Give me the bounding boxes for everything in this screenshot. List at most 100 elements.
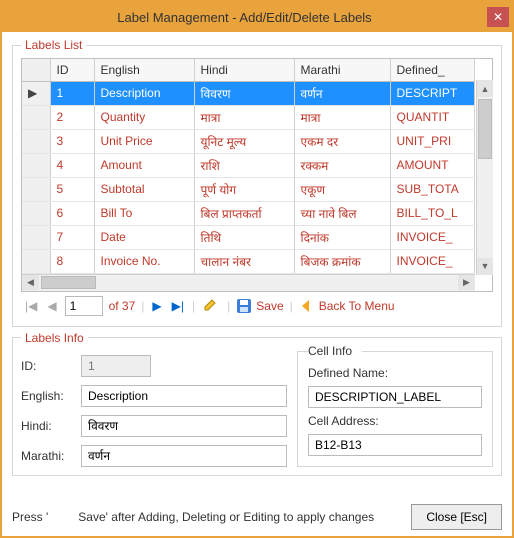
cell[interactable]: बिल प्राप्तकर्ता [194, 201, 294, 225]
cell-info-group: Cell Info Defined Name: Cell Address: [297, 351, 493, 467]
scroll-left-icon[interactable]: ◀ [22, 275, 39, 290]
cell[interactable]: Unit Price [94, 129, 194, 153]
hindi-field[interactable] [81, 415, 287, 437]
cell[interactable]: 7 [50, 225, 94, 249]
grid-header-row: ID English Hindi Marathi Defined_ [22, 59, 475, 81]
hindi-label: Hindi: [21, 419, 75, 433]
marathi-label: Marathi: [21, 449, 75, 463]
cell[interactable]: पूर्ण योग [194, 177, 294, 201]
cell[interactable]: Subtotal [94, 177, 194, 201]
table-row[interactable]: 4Amountराशिरक्कमAMOUNT [22, 153, 475, 177]
save-button[interactable]: Save [236, 298, 283, 314]
col-english[interactable]: English [94, 59, 194, 81]
cell[interactable]: Bill To [94, 201, 194, 225]
table-row[interactable]: 3Unit Priceयूनिट मूल्यएकम दरUNIT_PRI [22, 129, 475, 153]
marathi-field[interactable] [81, 445, 287, 467]
cell[interactable]: UNIT_PRI [390, 129, 475, 153]
vscroll-thumb[interactable] [478, 99, 492, 159]
cell[interactable]: चालान नंबर [194, 249, 294, 273]
footer-hint: Press ' Save' after Adding, Deleting or … [12, 510, 403, 524]
cell[interactable]: Date [94, 225, 194, 249]
cell[interactable]: 4 [50, 153, 94, 177]
cell[interactable]: DESCRIPT [390, 81, 475, 105]
cell[interactable]: एकूण [294, 177, 390, 201]
col-hindi[interactable]: Hindi [194, 59, 294, 81]
scroll-down-icon[interactable]: ▼ [477, 258, 493, 275]
nav-last-icon[interactable]: ▶| [170, 299, 186, 313]
row-indicator[interactable] [22, 129, 50, 153]
row-indicator[interactable] [22, 225, 50, 249]
edit-icon[interactable] [201, 296, 221, 315]
nav-first-icon[interactable]: |◀ [23, 299, 39, 313]
cell[interactable]: Quantity [94, 105, 194, 129]
cell[interactable]: BILL_TO_L [390, 201, 475, 225]
row-indicator[interactable] [22, 177, 50, 201]
table-row[interactable]: 2Quantityमात्रामात्राQUANTIT [22, 105, 475, 129]
cell-address-field[interactable] [308, 434, 482, 456]
col-id[interactable]: ID [50, 59, 94, 81]
cell[interactable]: दिनांक [294, 225, 390, 249]
labels-list-legend: Labels List [21, 38, 86, 52]
row-indicator[interactable] [22, 105, 50, 129]
labels-info-legend: Labels Info [21, 331, 88, 345]
cell[interactable]: राशि [194, 153, 294, 177]
hscroll-track[interactable] [39, 275, 458, 290]
content: Labels List ID English Hindi [2, 32, 512, 502]
cell[interactable]: 8 [50, 249, 94, 273]
cell[interactable]: 6 [50, 201, 94, 225]
hscroll-thumb[interactable] [41, 276, 96, 289]
row-indicator[interactable] [22, 153, 50, 177]
table-row[interactable]: 6Bill Toबिल प्राप्तकर्ताच्या नावे बिलBIL… [22, 201, 475, 225]
table-row[interactable]: ▶1Descriptionविवरणवर्णनDESCRIPT [22, 81, 475, 105]
cell[interactable]: AMOUNT [390, 153, 475, 177]
cell[interactable]: वर्णन [294, 81, 390, 105]
cell[interactable]: च्या नावे बिल [294, 201, 390, 225]
col-defined[interactable]: Defined_ [390, 59, 475, 81]
nav-page-input[interactable] [65, 296, 103, 316]
cell[interactable]: SUB_TOTA [390, 177, 475, 201]
cell[interactable]: Invoice No. [94, 249, 194, 273]
cell[interactable]: Amount [94, 153, 194, 177]
id-label: ID: [21, 359, 75, 373]
scroll-up-icon[interactable]: ▲ [477, 80, 493, 97]
close-button[interactable]: Close [Esc] [411, 504, 502, 530]
nav-prev-icon[interactable]: ◀ [45, 299, 58, 313]
close-icon[interactable]: ✕ [487, 7, 509, 27]
scroll-right-icon[interactable]: ▶ [458, 275, 475, 290]
english-field[interactable] [81, 385, 287, 407]
cell[interactable]: रक्कम [294, 153, 390, 177]
horizontal-scrollbar[interactable]: ◀ ▶ [22, 274, 475, 291]
cell[interactable]: 3 [50, 129, 94, 153]
cell[interactable]: यूनिट मूल्य [194, 129, 294, 153]
cell[interactable]: विवरण [194, 81, 294, 105]
cell[interactable]: मात्रा [194, 105, 294, 129]
nav-next-icon[interactable]: ▶ [150, 299, 163, 313]
defined-name-field[interactable] [308, 386, 482, 408]
cell[interactable]: 5 [50, 177, 94, 201]
cell[interactable]: INVOICE_ [390, 249, 475, 273]
col-marathi[interactable]: Marathi [294, 59, 390, 81]
table-row[interactable]: 5Subtotalपूर्ण योगएकूणSUB_TOTA [22, 177, 475, 201]
cell[interactable]: 1 [50, 81, 94, 105]
back-to-menu-button[interactable]: Back To Menu [299, 298, 395, 314]
rowheader-col [22, 59, 50, 81]
cell[interactable]: QUANTIT [390, 105, 475, 129]
table-row[interactable]: 8Invoice No.चालान नंबरबिजक क्रमांकINVOIC… [22, 249, 475, 273]
cell[interactable]: INVOICE_ [390, 225, 475, 249]
row-indicator[interactable] [22, 201, 50, 225]
id-field [81, 355, 151, 377]
cell[interactable]: तिथि [194, 225, 294, 249]
save-icon [236, 298, 252, 314]
cell[interactable]: Description [94, 81, 194, 105]
vscroll-track[interactable] [477, 97, 493, 258]
cell[interactable]: एकम दर [294, 129, 390, 153]
row-indicator[interactable] [22, 249, 50, 273]
cell[interactable]: मात्रा [294, 105, 390, 129]
table-row[interactable]: 7DateतिथिदिनांकINVOICE_ [22, 225, 475, 249]
cell[interactable]: बिजक क्रमांक [294, 249, 390, 273]
cell[interactable]: 2 [50, 105, 94, 129]
grid[interactable]: ID English Hindi Marathi Defined_ ▶1Desc… [21, 58, 493, 292]
row-indicator[interactable]: ▶ [22, 81, 50, 105]
english-label: English: [21, 389, 75, 403]
vertical-scrollbar[interactable]: ▲ ▼ [476, 80, 493, 275]
